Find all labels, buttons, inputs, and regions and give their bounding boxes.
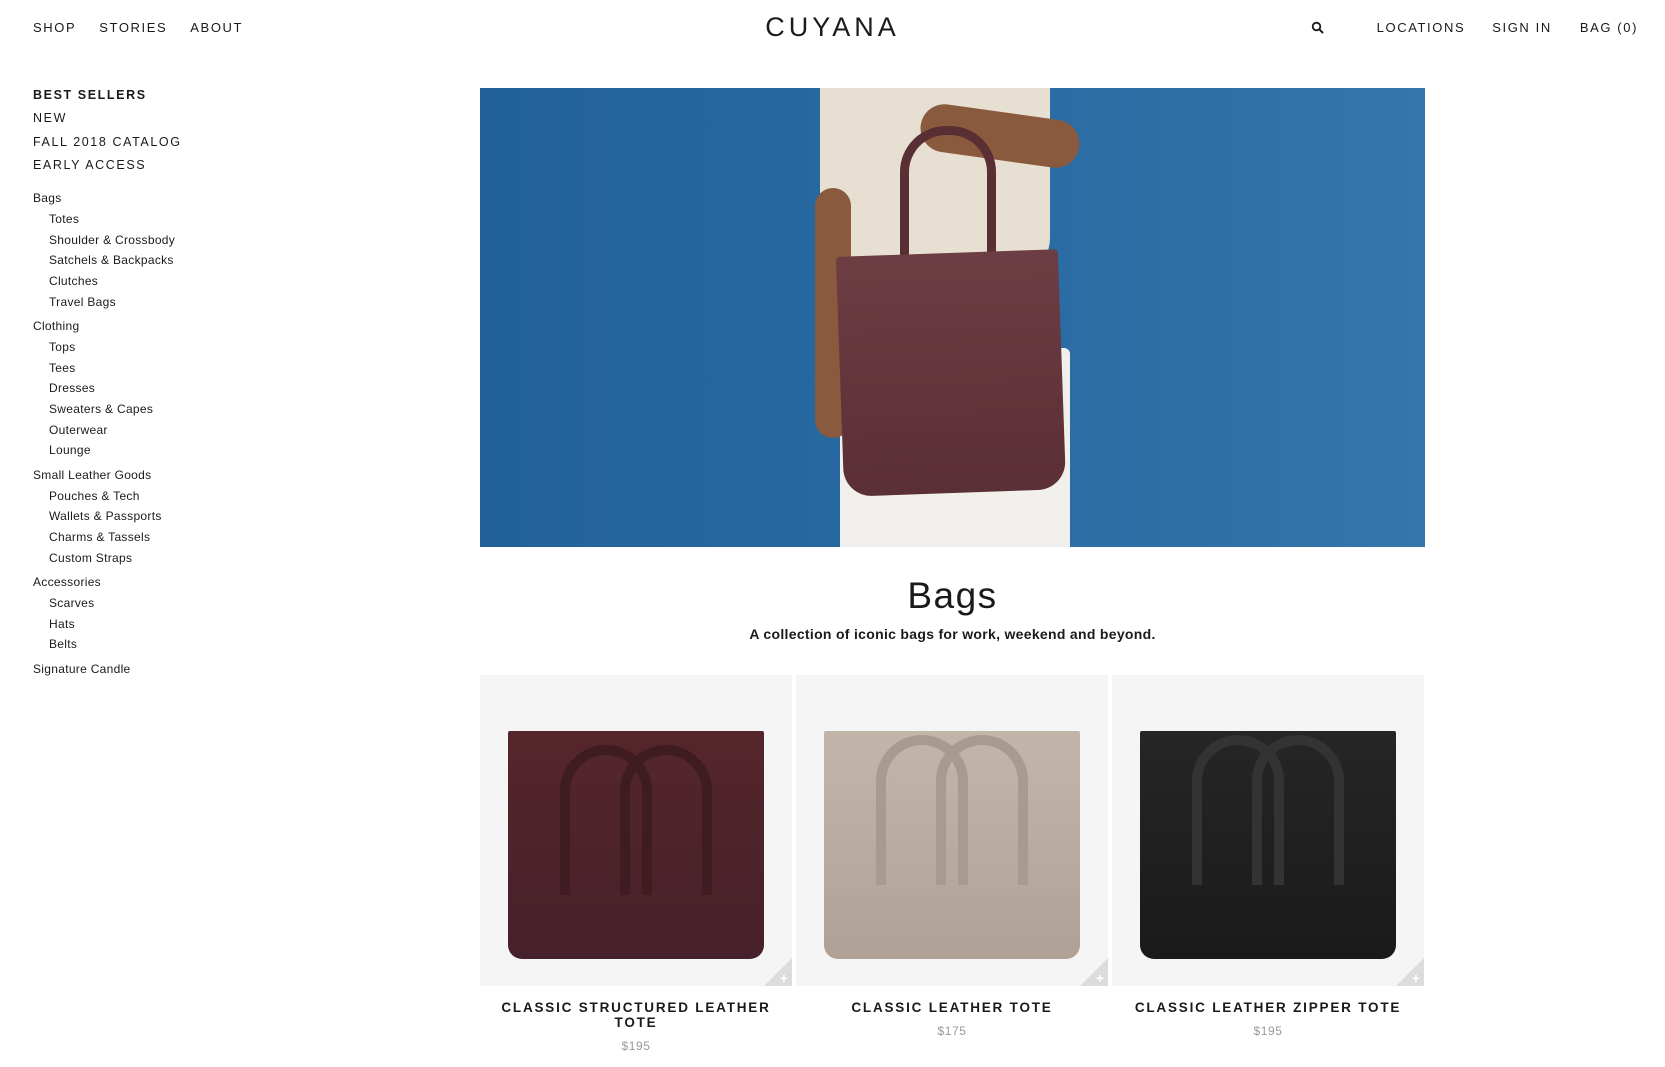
product-price: $175 [937, 1024, 967, 1038]
product-image[interactable]: + [1112, 675, 1424, 986]
product-grid: + CLASSIC STRUCTURED LEATHER TOTE $195 +… [480, 675, 1425, 1053]
subcategory-list: Totes Shoulder & Crossbody Satchels & Ba… [33, 209, 283, 312]
sidebar-item-hats[interactable]: Hats [49, 614, 283, 635]
nav-bag[interactable]: BAG (0) [1580, 20, 1638, 35]
featured-links: BEST SELLERS NEW FALL 2018 CATALOG EARLY… [33, 84, 283, 177]
category-clothing: Clothing Tops Tees Dresses Sweaters & Ca… [33, 316, 283, 461]
page-subtitle: A collection of iconic bags for work, we… [749, 626, 1156, 642]
sidebar-item-pouches-tech[interactable]: Pouches & Tech [49, 486, 283, 507]
product-name[interactable]: CLASSIC LEATHER TOTE [796, 1000, 1108, 1015]
bag-handle [620, 745, 712, 895]
product-price: $195 [1253, 1024, 1283, 1038]
sidebar-item-tops[interactable]: Tops [49, 337, 283, 358]
sidebar-item-shoulder-crossbody[interactable]: Shoulder & Crossbody [49, 230, 283, 251]
category-small-leather-goods: Small Leather Goods Pouches & Tech Walle… [33, 465, 283, 568]
plus-icon[interactable]: + [780, 971, 788, 985]
page-title: Bags [907, 575, 998, 616]
sidebar-item-clutches[interactable]: Clutches [49, 271, 283, 292]
product-name[interactable]: CLASSIC STRUCTURED LEATHER TOTE [480, 1000, 792, 1030]
sidebar-item-bags[interactable]: Bags [33, 188, 283, 209]
sidebar-item-wallets-passports[interactable]: Wallets & Passports [49, 506, 283, 527]
hero-image [480, 88, 1425, 547]
product-card[interactable]: + CLASSIC LEATHER TOTE $175 [796, 675, 1108, 1053]
tote-bag [835, 249, 1067, 497]
bag-handle [1252, 735, 1344, 885]
sidebar-item-clothing[interactable]: Clothing [33, 316, 283, 337]
sidebar-item-satchels-backpacks[interactable]: Satchels & Backpacks [49, 250, 283, 271]
sidebar-item-custom-straps[interactable]: Custom Straps [49, 548, 283, 569]
sidebar-item-accessories[interactable]: Accessories [33, 572, 283, 593]
category-signature-candle: Signature Candle [33, 659, 283, 680]
category-sidebar: BEST SELLERS NEW FALL 2018 CATALOG EARLY… [33, 84, 283, 680]
sidebar-item-lounge[interactable]: Lounge [49, 440, 283, 461]
sidebar-item-early-access[interactable]: EARLY ACCESS [33, 154, 283, 177]
sidebar-item-belts[interactable]: Belts [49, 634, 283, 655]
bag-handle [936, 735, 1028, 885]
product-price: $195 [621, 1039, 651, 1053]
plus-icon[interactable]: + [1412, 971, 1420, 985]
subcategory-list: Tops Tees Dresses Sweaters & Capes Outer… [33, 337, 283, 461]
category-accessories: Accessories Scarves Hats Belts [33, 572, 283, 655]
category-list: Bags Totes Shoulder & Crossbody Satchels… [33, 188, 283, 680]
sidebar-item-small-leather-goods[interactable]: Small Leather Goods [33, 465, 283, 486]
product-card[interactable]: + CLASSIC LEATHER ZIPPER TOTE $195 [1112, 675, 1424, 1053]
sidebar-item-dresses[interactable]: Dresses [49, 378, 283, 399]
sidebar-item-totes[interactable]: Totes [49, 209, 283, 230]
utility-nav: LOCATIONS SIGN IN BAG (0) [1311, 20, 1638, 35]
sidebar-item-best-sellers[interactable]: BEST SELLERS [33, 84, 283, 107]
search-icon[interactable] [1311, 21, 1325, 35]
sidebar-item-sweaters-capes[interactable]: Sweaters & Capes [49, 399, 283, 420]
nav-locations[interactable]: LOCATIONS [1377, 20, 1466, 35]
subcategory-list: Pouches & Tech Wallets & Passports Charm… [33, 486, 283, 568]
product-image[interactable]: + [796, 675, 1108, 986]
product-name[interactable]: CLASSIC LEATHER ZIPPER TOTE [1112, 1000, 1424, 1015]
sidebar-item-tees[interactable]: Tees [49, 358, 283, 379]
product-card[interactable]: + CLASSIC STRUCTURED LEATHER TOTE $195 [480, 675, 792, 1053]
sidebar-item-fall-catalog[interactable]: FALL 2018 CATALOG [33, 131, 283, 154]
category-bags: Bags Totes Shoulder & Crossbody Satchels… [33, 188, 283, 312]
sidebar-item-scarves[interactable]: Scarves [49, 593, 283, 614]
product-image[interactable]: + [480, 675, 792, 986]
sidebar-item-new[interactable]: NEW [33, 107, 283, 130]
site-header: SHOP STORIES ABOUT CUYANA LOCATIONS SIGN… [0, 0, 1665, 58]
subcategory-list: Scarves Hats Belts [33, 593, 283, 655]
plus-icon[interactable]: + [1096, 971, 1104, 985]
sidebar-item-signature-candle[interactable]: Signature Candle [33, 659, 283, 680]
sidebar-item-travel-bags[interactable]: Travel Bags [49, 292, 283, 313]
sidebar-item-charms-tassels[interactable]: Charms & Tassels [49, 527, 283, 548]
sidebar-item-outerwear[interactable]: Outerwear [49, 420, 283, 441]
nav-sign-in[interactable]: SIGN IN [1492, 20, 1552, 35]
